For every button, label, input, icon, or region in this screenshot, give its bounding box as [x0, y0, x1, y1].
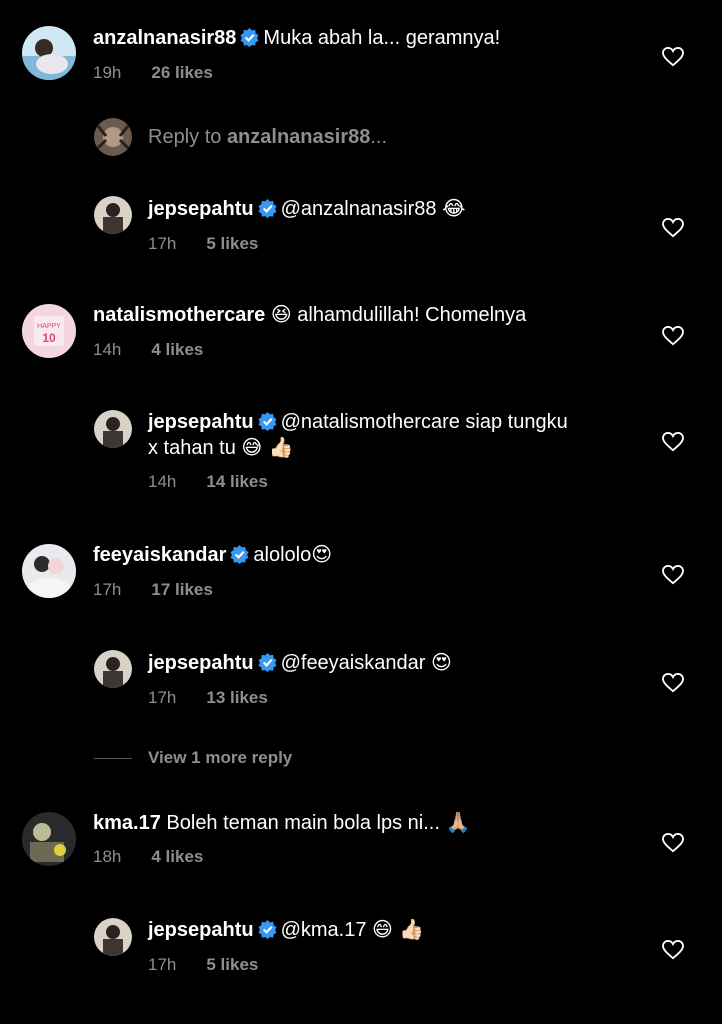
- comment-text-line: jepsepahtu @anzalnanasir88 😂: [148, 196, 465, 222]
- svg-text:10: 10: [42, 331, 56, 345]
- comment-meta: 17h 5 likes: [148, 234, 258, 254]
- verified-badge-icon: [258, 412, 277, 431]
- emoji: 😂: [442, 196, 466, 220]
- likes-count[interactable]: 26 likes: [151, 63, 212, 82]
- username[interactable]: kma.17: [93, 812, 161, 834]
- likes-count[interactable]: 4 likes: [151, 847, 203, 866]
- comment-meta: 17h 5 likes: [148, 955, 258, 975]
- heart-icon[interactable]: [662, 217, 684, 238]
- comment-meta: 14h 14 likes: [148, 472, 268, 492]
- likes-count[interactable]: 17 likes: [151, 580, 212, 599]
- timestamp: 19h: [93, 63, 122, 82]
- timestamp: 18h: [93, 847, 122, 866]
- comment-text-line: feeyaiskandar alololo😍: [93, 542, 332, 568]
- comment-meta: 19h 26 likes: [93, 63, 213, 83]
- likes-count[interactable]: 5 likes: [206, 234, 258, 253]
- emoji: 😆: [270, 302, 292, 326]
- likes-count[interactable]: 13 likes: [206, 688, 267, 707]
- likes-count[interactable]: 14 likes: [206, 472, 267, 491]
- comment-meta: 17h 13 likes: [148, 688, 268, 708]
- comment-text: @anzalnanasir88: [280, 198, 437, 220]
- avatar[interactable]: [22, 544, 76, 598]
- reply-placeholder: Reply to anzalnanasir88...: [148, 126, 388, 148]
- comment-text-line: jepsepahtu @feeyaiskandar 😍: [148, 650, 452, 676]
- emoji: 😍: [430, 650, 452, 674]
- likes-count[interactable]: 4 likes: [151, 340, 203, 359]
- avatar: [94, 118, 132, 156]
- emoji: 😍: [311, 542, 333, 566]
- view-more-replies-button[interactable]: View 1 more reply: [94, 748, 292, 768]
- comment-text: alololo: [253, 544, 312, 566]
- comment-text-line: natalismothercare 😆 alhamdulillah! Chome…: [93, 302, 526, 328]
- heart-icon[interactable]: [662, 939, 684, 960]
- emoji: 🙏🏼: [445, 810, 471, 834]
- username[interactable]: anzalnanasir88: [93, 27, 236, 49]
- heart-icon[interactable]: [662, 832, 684, 853]
- avatar[interactable]: [94, 650, 132, 688]
- avatar[interactable]: HAPPY 10: [22, 304, 76, 358]
- comment-text: Muka abah la... geramnya!: [263, 27, 501, 49]
- heart-icon[interactable]: [662, 325, 684, 346]
- verified-badge-icon: [258, 199, 277, 218]
- likes-count[interactable]: 5 likes: [206, 955, 258, 974]
- divider: [94, 758, 132, 760]
- username[interactable]: jepsepahtu: [148, 919, 254, 941]
- comment-meta: 17h 17 likes: [93, 580, 213, 600]
- username[interactable]: jepsepahtu: [148, 652, 254, 674]
- heart-icon[interactable]: [662, 672, 684, 693]
- username[interactable]: feeyaiskandar: [93, 544, 226, 566]
- comment-text-line: jepsepahtu @kma.17 😄 👍🏻: [148, 917, 424, 943]
- username[interactable]: natalismothercare: [93, 304, 265, 326]
- comment-text-line: anzalnanasir88 Muka abah la... geramnya!: [93, 26, 500, 51]
- heart-icon[interactable]: [662, 564, 684, 585]
- svg-text:HAPPY: HAPPY: [37, 323, 61, 330]
- comments-page: anzalnanasir88 Muka abah la... geramnya! …: [0, 0, 722, 1024]
- timestamp: 14h: [93, 340, 122, 359]
- view-more-label: View 1 more reply: [148, 748, 293, 767]
- verified-badge-icon: [230, 545, 249, 564]
- comment-text: Boleh teman main bola lps ni...: [166, 812, 440, 834]
- comment-text: @feeyaiskandar: [280, 652, 426, 674]
- avatar[interactable]: [94, 918, 132, 956]
- emoji: 😄 👍🏻: [372, 917, 425, 941]
- timestamp: 17h: [148, 955, 177, 974]
- avatar[interactable]: [22, 812, 76, 866]
- avatar[interactable]: [94, 196, 132, 234]
- comment-text-line: jepsepahtu @natalismothercare siap tungku: [148, 410, 568, 435]
- username[interactable]: jepsepahtu: [148, 411, 254, 433]
- verified-badge-icon: [240, 28, 259, 47]
- avatar[interactable]: [94, 410, 132, 448]
- comment-text-line: kma.17 Boleh teman main bola lps ni... 🙏…: [93, 810, 470, 836]
- comment-text: @natalismothercare siap tungku: [280, 411, 568, 433]
- comment-text: alhamdulillah! Chomelnya: [297, 304, 527, 326]
- comment-text: @kma.17: [280, 919, 367, 941]
- emoji: 😅 👍🏻: [241, 435, 294, 459]
- avatar[interactable]: [22, 26, 76, 80]
- heart-icon[interactable]: [662, 431, 684, 452]
- username[interactable]: jepsepahtu: [148, 198, 254, 220]
- verified-badge-icon: [258, 920, 277, 939]
- comment-meta: 14h 4 likes: [93, 340, 203, 360]
- timestamp: 14h: [148, 472, 177, 491]
- timestamp: 17h: [148, 688, 177, 707]
- verified-badge-icon: [258, 653, 277, 672]
- comment-text-line-2: x tahan tu 😅 👍🏻: [148, 435, 294, 461]
- comment-text: x tahan tu: [148, 437, 236, 459]
- heart-icon[interactable]: [662, 46, 684, 67]
- comment-meta: 18h 4 likes: [93, 847, 203, 867]
- timestamp: 17h: [93, 580, 122, 599]
- timestamp: 17h: [148, 234, 177, 253]
